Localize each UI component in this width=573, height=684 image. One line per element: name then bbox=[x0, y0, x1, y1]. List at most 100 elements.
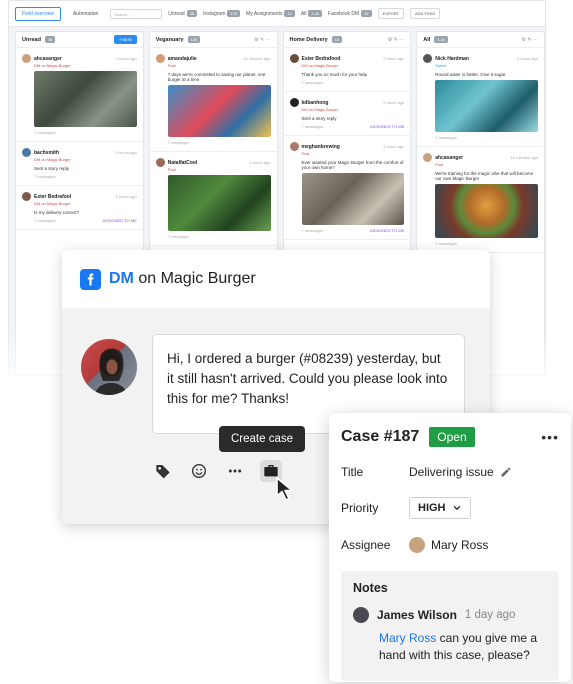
filter-instagram[interactable]: Instagram 125 bbox=[203, 10, 241, 17]
more-icon[interactable]: ••• bbox=[541, 429, 559, 445]
column-tools-icon[interactable]: ⚙ ✎ ⋯ bbox=[522, 37, 538, 43]
card-image bbox=[34, 71, 137, 127]
card-time: 16 minutes ago bbox=[510, 155, 538, 160]
filter-label: All bbox=[300, 10, 307, 17]
list-item[interactable]: Ester Bedrafood 2 hours ago DM on Magic B… bbox=[283, 48, 411, 92]
filter-label: My Assignments bbox=[246, 10, 283, 17]
filter-label: Instagram bbox=[203, 10, 226, 17]
card-meta: 7 messages bbox=[301, 228, 324, 233]
list-item[interactable]: bachsmith 5 hours ago DM on Magic Burger … bbox=[16, 142, 143, 186]
export-button[interactable]: EXPORT bbox=[377, 8, 404, 19]
facebook-icon bbox=[80, 268, 101, 290]
card-message: Sent a story reply bbox=[301, 116, 337, 121]
column-header: Veganuary 125 ⚙ ✎ ⋯ bbox=[149, 32, 277, 48]
column-count: 1.2k bbox=[434, 36, 448, 43]
list-item[interactable]: ahcasanger 3 hours ago DM on Magic Burger… bbox=[16, 48, 143, 142]
list-item[interactable]: Ester Bedrafool 6 hours ago DM on Magic B… bbox=[16, 186, 143, 230]
column-tools-icon[interactable]: ⚙ ✎ ⋯ bbox=[254, 37, 270, 43]
card-time: 4 hours ago bbox=[383, 144, 405, 149]
field-label: Assignee bbox=[341, 538, 391, 552]
column-header: All 1.2k ⚙ ✎ ⋯ bbox=[417, 32, 544, 48]
card-time: 2 hours ago bbox=[383, 100, 405, 105]
avatar bbox=[155, 54, 165, 63]
card-image bbox=[301, 173, 405, 225]
avatar bbox=[409, 537, 425, 553]
new-button[interactable]: + NEW bbox=[113, 35, 137, 44]
field-title: Title Delivering issue bbox=[341, 465, 559, 479]
card-meta: 7 messages bbox=[34, 218, 56, 223]
status-badge[interactable]: Open bbox=[429, 427, 475, 447]
card-message: Is my delivery correct? bbox=[34, 210, 80, 215]
emoji-icon[interactable] bbox=[188, 460, 210, 482]
tab-automation[interactable]: Automation bbox=[67, 8, 104, 20]
dashboard-topbar: Field overview Automation Search... Unre… bbox=[9, 1, 545, 27]
card-source: DM on Magic Burger bbox=[301, 107, 339, 112]
notes-section: Notes James Wilson 1 day ago Mary Ross c… bbox=[341, 571, 559, 681]
filter-unread[interactable]: Unread 38 bbox=[168, 10, 198, 17]
card-meta: 7 messages bbox=[435, 135, 457, 140]
column-tools-icon[interactable]: ⚙ ✎ ⋯ bbox=[388, 37, 404, 43]
list-item[interactable]: NatalfatCool 3 hours ago Post 7 messages bbox=[149, 152, 277, 246]
list-item[interactable]: ahcasanger 16 minutes ago Post We're trai… bbox=[417, 147, 544, 253]
dm-title-rest: on Magic Burger bbox=[133, 270, 256, 287]
card-time: 2 hours ago bbox=[516, 56, 538, 61]
note-body: Mary Ross can you give me a hand with th… bbox=[379, 630, 547, 664]
filter-count: 125 bbox=[227, 10, 241, 17]
card-time: 16 minutes ago bbox=[243, 56, 271, 61]
list-item[interactable]: amandajulie 16 minutes ago Post 7 days we… bbox=[149, 48, 277, 152]
dm-header: DM on Magic Burger bbox=[62, 250, 490, 308]
assigned-badge: ASSIGNED TO ME bbox=[102, 218, 137, 223]
card-source: Post bbox=[167, 63, 176, 68]
card-source: Tweet bbox=[435, 63, 446, 68]
card-author: kdbanhong bbox=[301, 99, 329, 106]
tab-field-overview[interactable]: Field overview bbox=[15, 6, 61, 21]
avatar bbox=[155, 158, 165, 167]
filter-all[interactable]: All 1.2k bbox=[300, 10, 323, 17]
filter-facebook-dm[interactable]: Facebook DM 24 bbox=[328, 10, 372, 17]
note-time: 1 day ago bbox=[464, 609, 516, 621]
title-value[interactable]: Delivering issue bbox=[409, 465, 512, 479]
card-message: Thank you so much for your help bbox=[301, 72, 368, 77]
add-feed-button[interactable]: ADD FEED bbox=[409, 8, 441, 19]
card-time: 5 hours ago bbox=[115, 150, 137, 155]
card-meta: 7 messages bbox=[34, 130, 56, 135]
filter-my-assignments[interactable]: My Assignments 12 bbox=[246, 10, 295, 17]
card-author: Ester Bedrafood bbox=[301, 55, 341, 62]
tag-icon[interactable] bbox=[152, 460, 174, 482]
column-header: Home Delivery 14 ⚙ ✎ ⋯ bbox=[283, 32, 411, 48]
filter-count: 38 bbox=[186, 10, 198, 17]
dm-title: DM on Magic Burger bbox=[109, 270, 256, 288]
search-input[interactable]: Search... bbox=[110, 8, 163, 19]
card-source: DM on Magic Burger bbox=[301, 63, 339, 68]
field-label: Priority bbox=[341, 501, 379, 515]
more-icon[interactable] bbox=[224, 460, 246, 482]
card-author: NatalfatCool bbox=[167, 159, 198, 166]
list-item[interactable]: kdbanhong 2 hours ago DM on Magic Burger … bbox=[283, 92, 411, 136]
column-count: 125 bbox=[187, 36, 201, 43]
avatar bbox=[353, 607, 369, 623]
assignee-value[interactable]: Mary Ross bbox=[409, 537, 488, 553]
mention-link[interactable]: Mary Ross bbox=[379, 631, 436, 645]
list-item[interactable]: meghanbrewing 4 hours ago Post Ever wante… bbox=[283, 136, 411, 240]
avatar bbox=[289, 54, 299, 63]
card-time: 2 hours ago bbox=[383, 56, 405, 61]
avatar bbox=[289, 98, 299, 107]
avatar bbox=[22, 148, 31, 157]
pencil-icon[interactable] bbox=[500, 466, 512, 478]
card-time: 3 hours ago bbox=[115, 56, 137, 61]
card-time: 3 hours ago bbox=[249, 160, 271, 165]
list-item[interactable]: Nick Hardman 2 hours ago Tweet Round wate… bbox=[417, 48, 544, 147]
column-title: All bbox=[423, 36, 431, 43]
case-panel: Case #187 Open ••• Title Delivering issu… bbox=[329, 413, 571, 682]
card-image bbox=[435, 184, 538, 238]
notes-heading: Notes bbox=[353, 581, 388, 595]
filter-count: 1.2k bbox=[308, 10, 323, 17]
card-author: ahcasanger bbox=[34, 55, 62, 62]
avatar bbox=[81, 339, 137, 395]
card-meta: 7 messages bbox=[34, 174, 56, 179]
priority-select[interactable]: HIGH bbox=[409, 497, 471, 519]
assigned-badge: ASSIGNED TO ME bbox=[369, 228, 405, 233]
field-priority: Priority HIGH bbox=[341, 497, 559, 519]
card-meta: 7 messages bbox=[435, 241, 457, 246]
column-title: Veganuary bbox=[155, 36, 184, 43]
